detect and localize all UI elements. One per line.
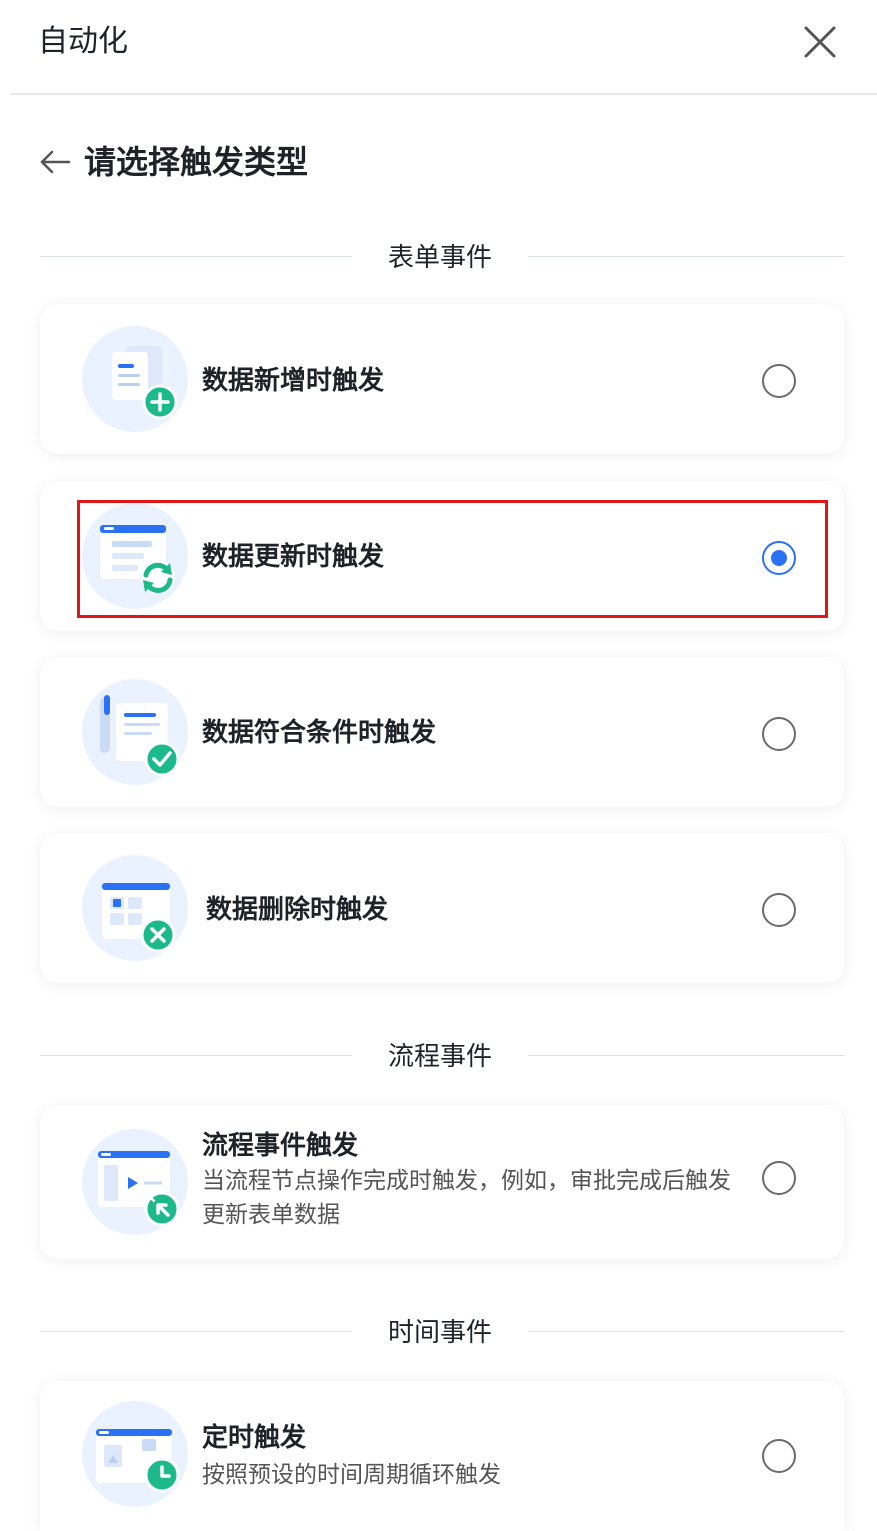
radio-flow-event[interactable] (762, 1161, 796, 1195)
data-add-icon (82, 326, 188, 432)
option-desc: 按照预设的时间周期循环触发 (202, 1461, 501, 1487)
radio-data-added[interactable] (762, 364, 796, 398)
divider (40, 256, 352, 257)
data-condition-icon (82, 679, 188, 785)
option-name: 定时触发 (202, 1422, 307, 1452)
page-title-row: 请选择触发类型 (38, 140, 308, 184)
section-label: 时间事件 (387, 1317, 492, 1347)
divider (40, 1055, 352, 1056)
radio-data-updated[interactable] (762, 541, 796, 575)
automation-panel: 自动化 请选择触发类型 表单事件 数据新增时触发 数据更新时触发 数据符合条件时… (0, 0, 877, 1531)
option-name: 数据更新时触发 (202, 541, 385, 571)
panel-header: 自动化 (0, 0, 877, 95)
divider (528, 1331, 844, 1332)
option-name: 流程事件触发 (202, 1130, 359, 1160)
section-time-events: 时间事件 (40, 1312, 844, 1352)
section-label: 表单事件 (387, 242, 492, 272)
divider (528, 1055, 844, 1056)
flow-event-icon (82, 1129, 188, 1235)
option-data-deleted[interactable]: 数据删除时触发 (40, 833, 844, 983)
scheduled-icon (82, 1401, 188, 1507)
data-delete-icon (82, 855, 188, 961)
option-scheduled[interactable]: 定时触发 按照预设的时间周期循环触发 (40, 1381, 844, 1531)
page-title: 请选择触发类型 (84, 144, 309, 180)
option-flow-event[interactable]: 流程事件触发 当流程节点操作完成时触发，例如，审批完成后触发 更新表单数据 (40, 1105, 844, 1259)
option-data-condition[interactable]: 数据符合条件时触发 (40, 657, 844, 807)
section-label: 流程事件 (387, 1041, 492, 1071)
option-data-updated[interactable]: 数据更新时触发 (40, 481, 844, 631)
option-desc-line1: 当流程节点操作完成时触发，例如，审批完成后触发 (202, 1167, 731, 1193)
radio-data-deleted[interactable] (762, 893, 796, 927)
section-form-events: 表单事件 (40, 237, 844, 277)
close-icon[interactable] (800, 22, 840, 62)
back-arrow-icon[interactable] (38, 145, 72, 179)
option-name: 数据符合条件时触发 (202, 717, 437, 747)
option-data-added[interactable]: 数据新增时触发 (40, 304, 844, 454)
divider (40, 1331, 352, 1332)
option-desc-line2: 更新表单数据 (202, 1201, 340, 1227)
radio-data-condition[interactable] (762, 717, 796, 751)
divider (528, 256, 844, 257)
radio-scheduled[interactable] (762, 1439, 796, 1473)
header-divider (10, 93, 877, 95)
section-flow-events: 流程事件 (40, 1036, 844, 1076)
option-name: 数据新增时触发 (202, 365, 385, 395)
data-update-icon (82, 503, 188, 609)
option-name: 数据删除时触发 (206, 894, 389, 924)
panel-title: 自动化 (38, 25, 128, 58)
